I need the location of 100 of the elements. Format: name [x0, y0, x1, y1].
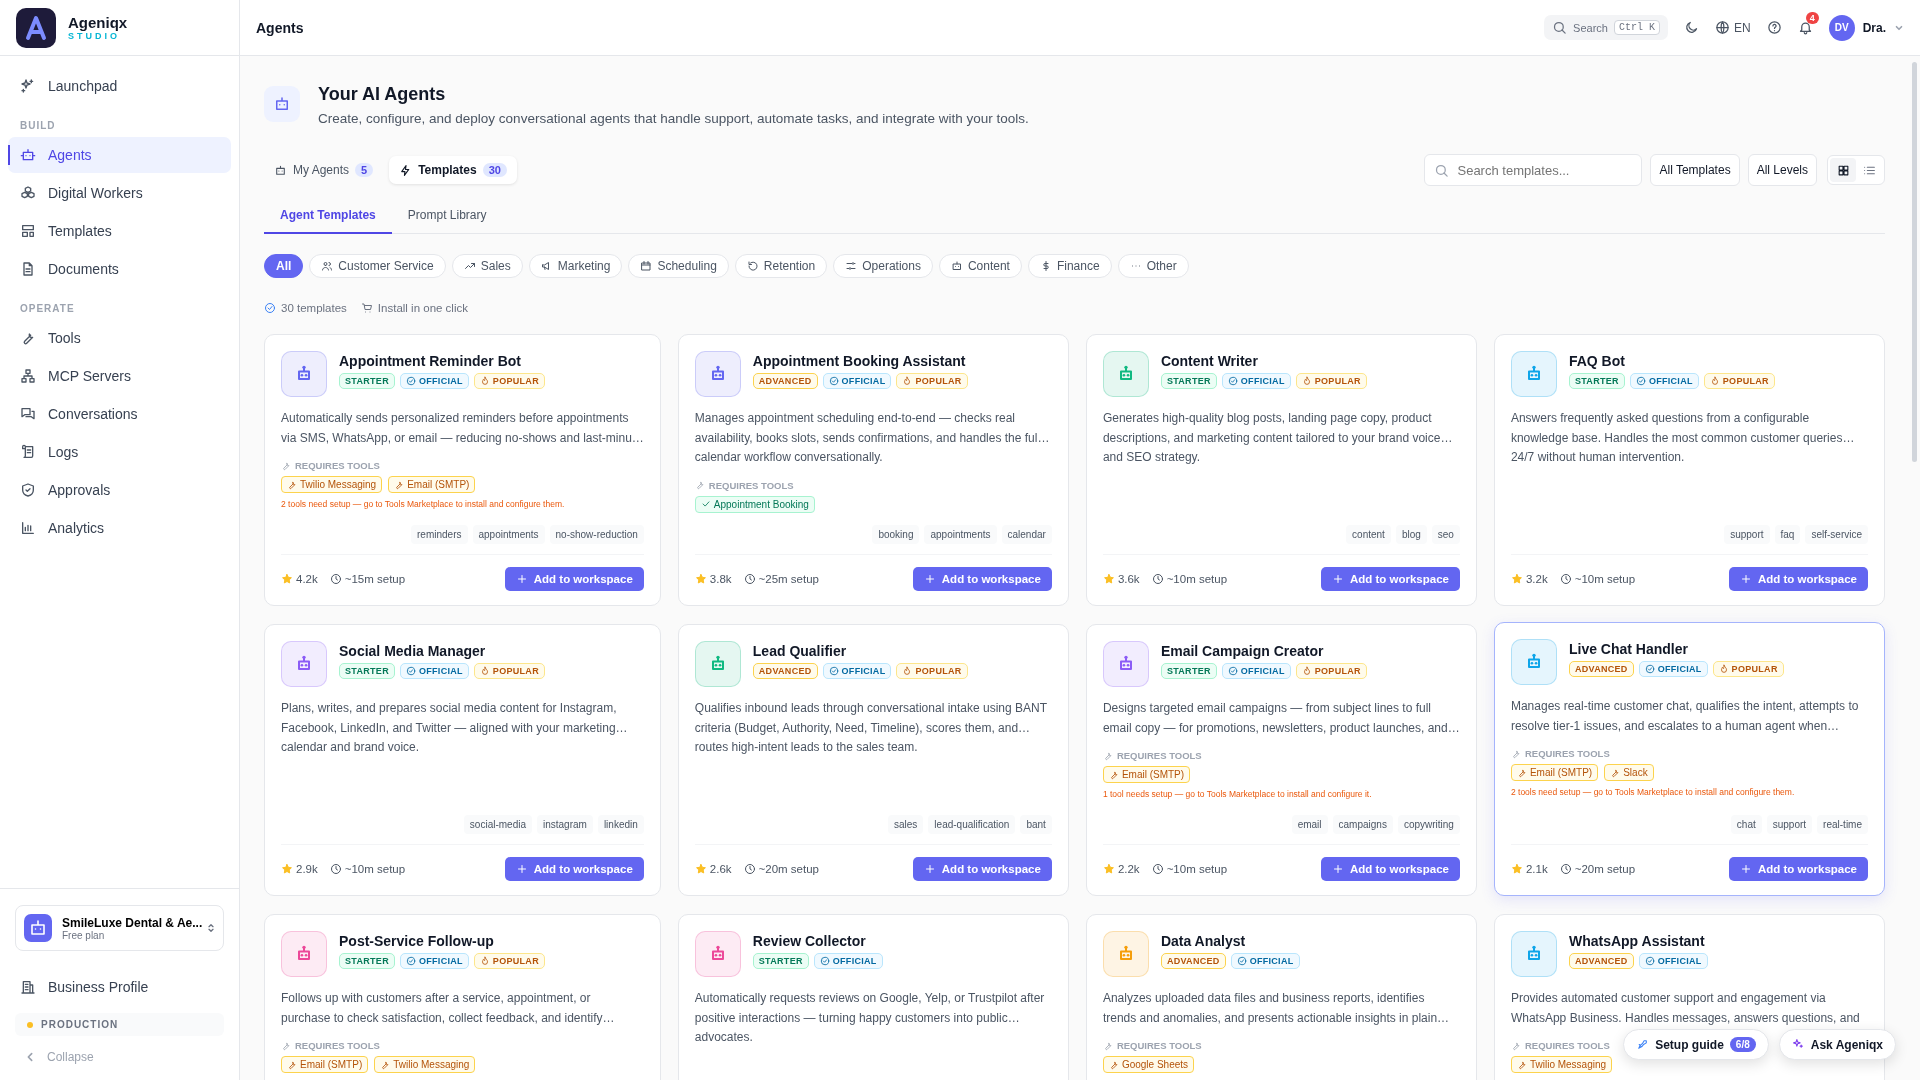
grid-icon — [1836, 163, 1850, 177]
wrench-icon — [281, 460, 291, 471]
setup-guide-button[interactable]: Setup guide 6/8 — [1623, 1029, 1769, 1060]
grid-view-button[interactable] — [1830, 158, 1856, 182]
sidebar-item[interactable]: Templates — [8, 213, 231, 249]
sub-tab[interactable]: Agent Templates — [264, 200, 392, 234]
category-chip[interactable]: Operations — [833, 254, 933, 278]
assistant-button[interactable]: Ask Ageniqx — [1778, 1029, 1896, 1060]
add-to-workspace-button[interactable]: Add to workspace — [1320, 567, 1460, 591]
flame-icon — [1709, 376, 1720, 386]
tag: reminders — [411, 525, 468, 544]
sidebar-item[interactable]: Logs — [8, 434, 231, 470]
help-icon[interactable] — [1766, 20, 1782, 35]
user-menu[interactable]: DV Dra. — [1828, 14, 1904, 41]
network-icon — [20, 368, 36, 384]
add-to-workspace-button[interactable]: Add to workspace — [1320, 857, 1460, 881]
sidebar-item[interactable]: Agents — [8, 137, 231, 173]
sidebar-item[interactable]: MCP Servers — [8, 358, 231, 394]
rocket-icon — [1636, 1038, 1650, 1051]
flame-icon — [479, 666, 490, 676]
keyboard-shortcut: Ctrl K — [1613, 20, 1660, 35]
card-description: Qualifies inbound leads through conversational intake using BANT criteria (Budget, Authority, Need, Timeline), scores them, and… routes high-intent leads to the sales team. — [694, 700, 1049, 756]
card-description: Generates high-quality blog posts, landing page copy, product descriptions, and marketing content tailored to your brand voice… and SEO strategy. — [1102, 410, 1454, 466]
clock-icon — [1151, 573, 1164, 585]
card-title: Review Collector — [752, 933, 867, 949]
tab[interactable]: Templates 30 — [389, 156, 517, 184]
category-chip[interactable]: Customer Service — [309, 254, 446, 278]
requires-tools-label: REQUIRES TOOLS — [295, 1040, 380, 1051]
page-description: Create, configure, and deploy conversational agents that handle support, automate tasks, and integrate with your tools. — [318, 111, 1029, 126]
plus-icon — [1331, 573, 1344, 585]
card-title: Social Media Manager — [339, 643, 487, 659]
check-circle-icon — [405, 666, 416, 676]
sidebar-item[interactable]: Documents — [8, 251, 231, 287]
category-chip[interactable]: Marketing — [528, 254, 623, 278]
sidebar-item[interactable]: Digital Workers — [8, 175, 231, 211]
tag: calendar — [1001, 525, 1052, 544]
cubes-icon — [20, 185, 36, 201]
plus-icon — [1331, 863, 1344, 875]
search-button[interactable]: Search Ctrl K — [1544, 15, 1668, 40]
check-circle-icon — [819, 956, 830, 966]
wrench-icon — [1610, 767, 1621, 778]
scrollbar[interactable] — [1912, 62, 1917, 462]
template-card[interactable]: Data Analyst ADVANCED OFFICIAL Analyzes uploaded data files and business reports, identifies trends and anomalies, and presents actionable insights in plain… REQUIRES TOOLS Google Sheets — [1085, 914, 1477, 1080]
level-badge: OFFICIAL — [1629, 373, 1699, 389]
card-description: Follows up with customers after a service, appointment, or purchase to check satisfaction, collect feedback, and identify… — [281, 990, 616, 1027]
add-to-workspace-button[interactable]: Add to workspace — [912, 857, 1052, 881]
sub-tab[interactable]: Prompt Library — [391, 200, 503, 234]
progress-badge: 6/8 — [1729, 1037, 1756, 1052]
tag: email — [1291, 815, 1328, 834]
rating: 3.2k — [1525, 573, 1548, 585]
category-chip[interactable]: Content — [938, 254, 1022, 278]
clock-icon — [1559, 573, 1572, 585]
setup-time: ~10m setup — [1574, 573, 1636, 585]
card-title: Appointment Reminder Bot — [339, 353, 522, 369]
category-chip[interactable]: Retention — [734, 254, 828, 278]
tab[interactable]: My Agents 5 — [264, 156, 384, 184]
robot-icon — [274, 163, 287, 177]
people-icon — [321, 260, 334, 272]
filter-dropdown[interactable]: All Levels — [1747, 154, 1817, 186]
sidebar-item[interactable]: Analytics — [8, 510, 231, 546]
add-to-workspace-button[interactable]: Add to workspace — [504, 857, 644, 881]
card-description: Manages real-time customer chat, qualifies the intent, attempts to resolve tier-1 issues, and escalates to a human agent when… — [1510, 698, 1860, 735]
card-title: Post-Service Follow-up — [339, 933, 495, 949]
template-card[interactable]: Review Collector STARTER OFFICIAL Automatically requests reviews on Google, Yelp, or Trustpilot after positive interactions — turning happy customers into public… advocates. — [677, 914, 1069, 1080]
environment-badge: PRODUCTION — [15, 1013, 224, 1036]
add-to-workspace-button[interactable]: Add to workspace — [912, 567, 1052, 591]
sidebar-item[interactable]: Launchpad — [8, 68, 231, 104]
tool-chip: Google Sheets — [1102, 1056, 1195, 1073]
add-to-workspace-button[interactable]: Add to workspace — [1728, 567, 1868, 591]
category-chip[interactable]: Sales — [451, 254, 523, 278]
level-badge: OFFICIAL — [1221, 373, 1291, 389]
category-chip[interactable]: Scheduling — [628, 254, 729, 278]
card-title: Lead Qualifier — [752, 643, 848, 659]
business-profile-link[interactable]: Business Profile — [8, 969, 231, 1005]
bell-icon[interactable] — [1797, 20, 1813, 35]
card-title: FAQ Bot — [1568, 353, 1626, 369]
wrench-icon — [1108, 769, 1119, 780]
requires-tools-label: REQUIRES TOOLS — [1116, 1040, 1202, 1051]
search-field[interactable]: Search templates... — [1424, 154, 1643, 186]
language-button[interactable]: EN — [1715, 20, 1751, 35]
count-badge: 5 — [355, 163, 374, 177]
star-icon — [281, 863, 293, 875]
sidebar-item[interactable]: Conversations — [8, 396, 231, 432]
add-to-workspace-button[interactable]: Add to workspace — [1728, 857, 1868, 881]
level-badge: POPULAR — [896, 373, 968, 389]
requires-tools-label: REQUIRES TOOLS — [1524, 748, 1610, 759]
category-chip[interactable]: Finance — [1027, 254, 1112, 278]
category-chip[interactable]: Other — [1117, 254, 1189, 278]
filter-dropdown[interactable]: All Templates — [1650, 154, 1740, 186]
workspace-switcher[interactable]: SmileLuxe Dental & Ae... Free plan — [15, 905, 224, 951]
sidebar-item[interactable]: Tools — [8, 320, 231, 356]
wrench-icon — [1102, 750, 1113, 761]
category-chip[interactable]: All — [264, 254, 304, 278]
clock-icon — [743, 573, 756, 585]
level-badge: POPULAR — [1295, 373, 1367, 389]
level-badge: STARTER — [339, 373, 395, 389]
sidebar-item[interactable]: Approvals — [8, 472, 231, 508]
moon-icon[interactable] — [1684, 20, 1699, 35]
add-to-workspace-button[interactable]: Add to workspace — [504, 567, 644, 591]
template-card[interactable] — [1493, 622, 1885, 896]
